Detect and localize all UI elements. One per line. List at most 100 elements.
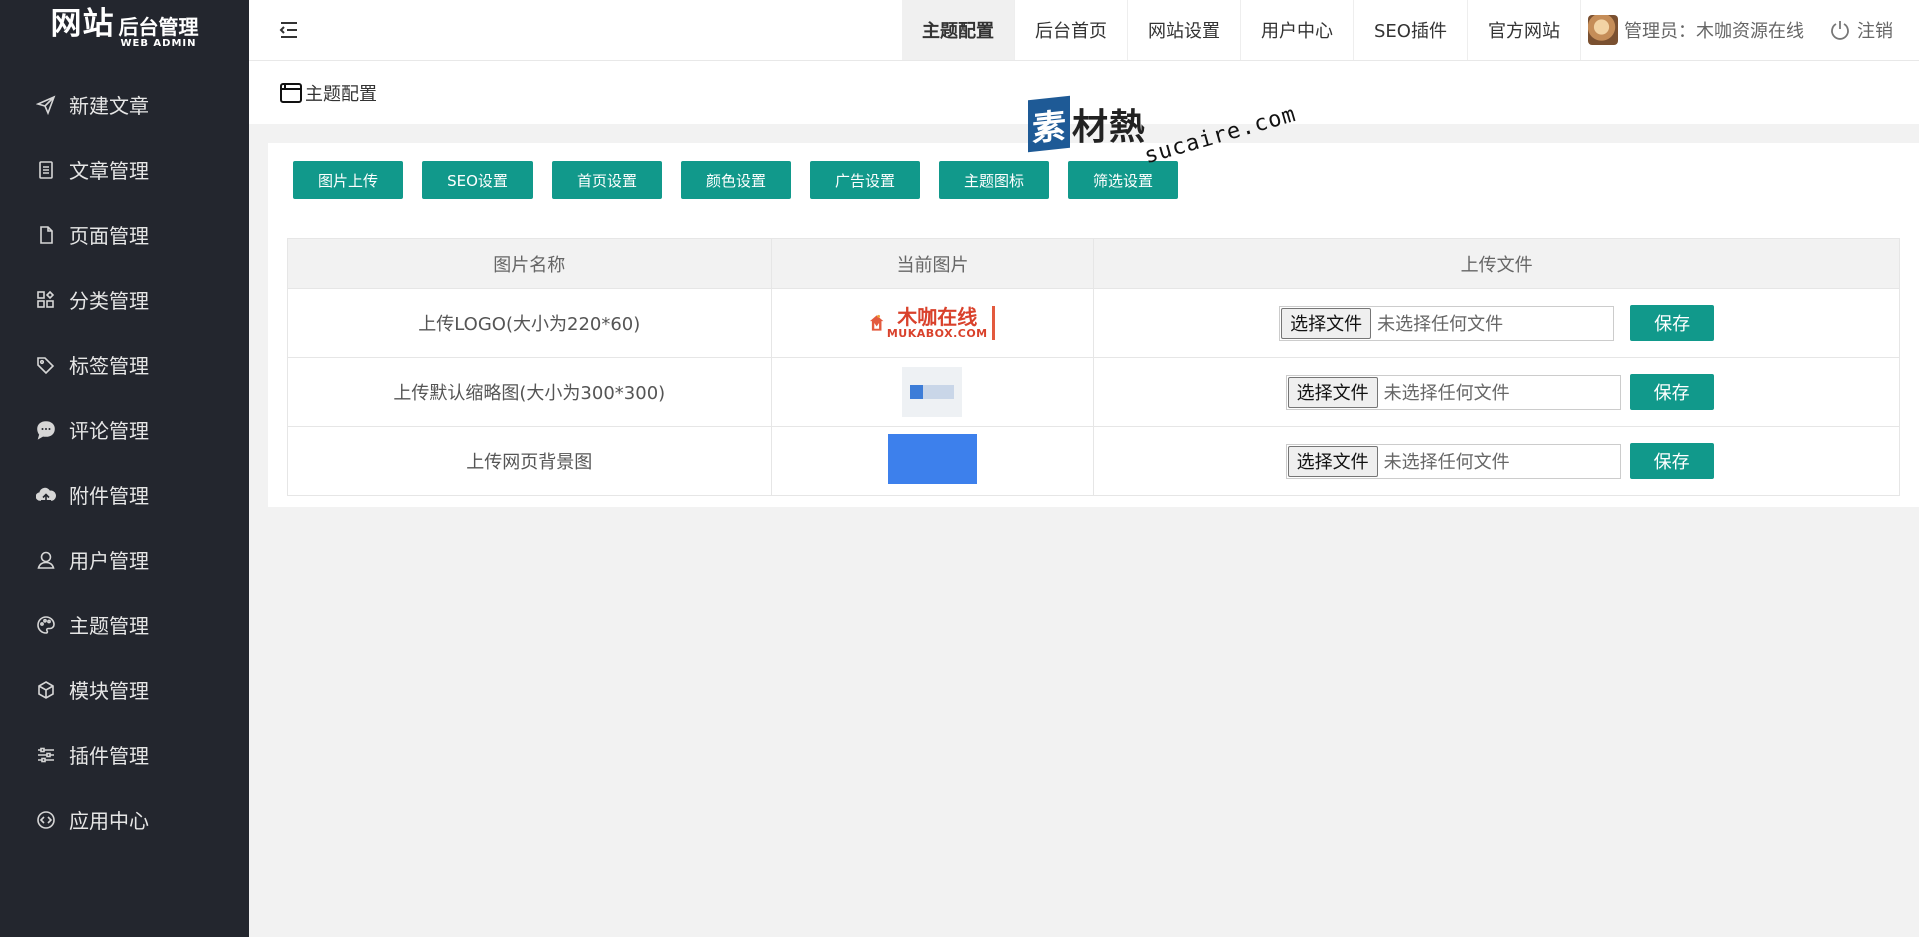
breadcrumb: 主题配置 [249,61,1919,124]
sidebar-item-label: 主题管理 [69,614,149,638]
save-button[interactable]: 保存 [1630,305,1715,341]
sidebar-item-module-management[interactable]: 模块管理 [0,657,249,722]
image-name-cell: 上传默认缩略图(大小为300*300) [287,357,772,427]
image-name-cell: 上传LOGO(大小为220*60) [287,288,772,358]
tab-admin-home[interactable]: 后台首页 [1015,0,1128,60]
column-header-image-name: 图片名称 [287,238,772,289]
document-list-icon [36,160,56,180]
save-button[interactable]: 保存 [1629,374,1714,410]
tab-theme-config[interactable]: 主题配置 [902,0,1015,60]
table-row: 上传默认缩略图(大小为300*300) 选择文件 未选择任何文件 保存 [287,357,1900,427]
sidebar-item-label: 模块管理 [69,679,149,703]
sidebar-item-label: 用户管理 [69,549,149,573]
sidebar-item-label: 附件管理 [69,484,149,508]
file-input[interactable]: 选择文件 未选择任何文件 [1279,305,1615,341]
sidebar-item-label: 应用中心 [69,809,149,833]
page-icon [36,225,56,245]
sliders-icon [36,745,56,765]
sidebar-item-article-management[interactable]: 文章管理 [0,137,249,202]
sidebar-item-app-center[interactable]: 应用中心 [0,787,249,852]
save-button[interactable]: 保存 [1629,443,1714,479]
power-icon [1831,21,1849,40]
table-row: 上传LOGO(大小为220*60) 木咖在线 MUKABOX.COM 选择文件 … [287,288,1900,358]
table-row: 上传网页背景图 选择文件 未选择任何文件 保存 [287,426,1900,496]
sidebar-item-label: 标签管理 [69,354,149,378]
sidebar-item-new-article[interactable]: 新建文章 [0,72,249,137]
top-nav: 主题配置 后台首页 网站设置 用户中心 SEO插件 官方网站 [902,0,1581,60]
upload-cell: 选择文件 未选择任何文件 保存 [1093,288,1900,358]
avatar [1588,15,1618,45]
sidebar-item-label: 新建文章 [69,94,149,118]
tag-icon [36,355,56,375]
sidebar-item-label: 评论管理 [69,419,149,443]
filter-settings-tab-button[interactable]: 筛选设置 [1068,161,1178,199]
tab-site-settings[interactable]: 网站设置 [1128,0,1241,60]
logo-cn-text: 后台管理 [118,15,199,39]
column-header-upload-file: 上传文件 [1093,238,1900,289]
image-name-cell: 上传网页背景图 [287,426,772,496]
logo-en-text: WEB ADMIN [120,38,197,49]
logo-image: 木咖在线 MUKABOX.COM [869,299,996,347]
logout-button[interactable]: 注销 [1829,0,1893,60]
choose-file-button[interactable]: 选择文件 [1287,445,1378,477]
sidebar-item-user-management[interactable]: 用户管理 [0,527,249,592]
logo-image-subtitle: MUKABOX.COM [886,326,988,340]
sidebar-item-label: 文章管理 [69,159,149,183]
current-image-cell: 木咖在线 MUKABOX.COM [770,288,1095,358]
top-header: 主题配置 后台首页 网站设置 用户中心 SEO插件 官方网站 管理员：木咖资源在… [249,0,1919,61]
comment-icon [36,420,56,440]
logo-image-title: 木咖在线 [897,304,978,329]
choose-file-button[interactable]: 选择文件 [1287,376,1378,408]
logo-side-stripe [991,305,996,340]
sidebar-item-category-management[interactable]: 分类管理 [0,267,249,332]
category-grid-icon [36,290,56,310]
upload-cell: 选择文件 未选择任何文件 保存 [1093,426,1900,496]
color-settings-tab-button[interactable]: 颜色设置 [681,161,791,199]
image-upload-tab-button[interactable]: 图片上传 [293,161,403,199]
sidebar-item-page-management[interactable]: 页面管理 [0,202,249,267]
theme-icon-tab-button[interactable]: 主题图标 [939,161,1049,199]
current-image-cell [770,357,1095,427]
house-logo-icon [870,314,884,331]
palette-icon [36,615,56,635]
cube-icon [36,680,56,700]
sidebar-item-comment-management[interactable]: 评论管理 [0,397,249,462]
seo-settings-tab-button[interactable]: SEO设置 [422,161,533,199]
table-header-row: 图片名称 当前图片 上传文件 [287,238,1900,289]
sidebar: 网站 后台管理 WEB ADMIN 新建文章 文章管理 页面管理 分类管理 标签… [0,0,249,937]
cloud-upload-icon [36,485,56,505]
logout-label: 注销 [1857,21,1893,42]
current-image-cell [770,426,1095,496]
sidebar-nav: 新建文章 文章管理 页面管理 分类管理 标签管理 评论管理 附件管理 用户管理 [0,72,249,852]
file-input[interactable]: 选择文件 未选择任何文件 [1285,443,1621,479]
file-status-text: 未选择任何文件 [1383,383,1510,404]
menu-toggle-icon[interactable] [277,18,301,42]
sidebar-item-tag-management[interactable]: 标签管理 [0,332,249,397]
background-image [887,433,977,484]
sidebar-item-attachment-management[interactable]: 附件管理 [0,462,249,527]
tab-seo-plugin[interactable]: SEO插件 [1354,0,1468,60]
content-card: 图片上传 SEO设置 首页设置 颜色设置 广告设置 主题图标 筛选设置 图片名称… [268,143,1919,507]
tab-official-site[interactable]: 官方网站 [1468,0,1581,60]
file-status-text: 未选择任何文件 [1383,452,1510,473]
user-icon [36,550,56,570]
file-status-text: 未选择任何文件 [1377,314,1504,335]
sidebar-item-label: 分类管理 [69,289,149,313]
sidebar-item-plugin-management[interactable]: 插件管理 [0,722,249,787]
file-input[interactable]: 选择文件 未选择任何文件 [1285,374,1621,410]
tab-user-center[interactable]: 用户中心 [1241,0,1354,60]
sidebar-item-label: 插件管理 [69,744,149,768]
user-info[interactable]: 管理员：木咖资源在线 [1588,0,1804,60]
image-upload-table: 图片名称 当前图片 上传文件 上传LOGO(大小为220*60) 木咖在线 MU… [287,238,1900,496]
thumbnail-image [902,367,963,417]
window-icon [280,82,302,103]
settings-tab-row: 图片上传 SEO设置 首页设置 颜色设置 广告设置 主题图标 筛选设置 [293,161,1197,199]
upload-cell: 选择文件 未选择任何文件 保存 [1093,357,1900,427]
user-label: 管理员：木咖资源在线 [1624,21,1804,42]
sidebar-item-label: 页面管理 [69,224,149,248]
sidebar-item-theme-management[interactable]: 主题管理 [0,592,249,657]
admin-logo[interactable]: 网站 后台管理 WEB ADMIN [0,0,249,58]
home-settings-tab-button[interactable]: 首页设置 [552,161,662,199]
choose-file-button[interactable]: 选择文件 [1281,307,1372,339]
ad-settings-tab-button[interactable]: 广告设置 [810,161,920,199]
